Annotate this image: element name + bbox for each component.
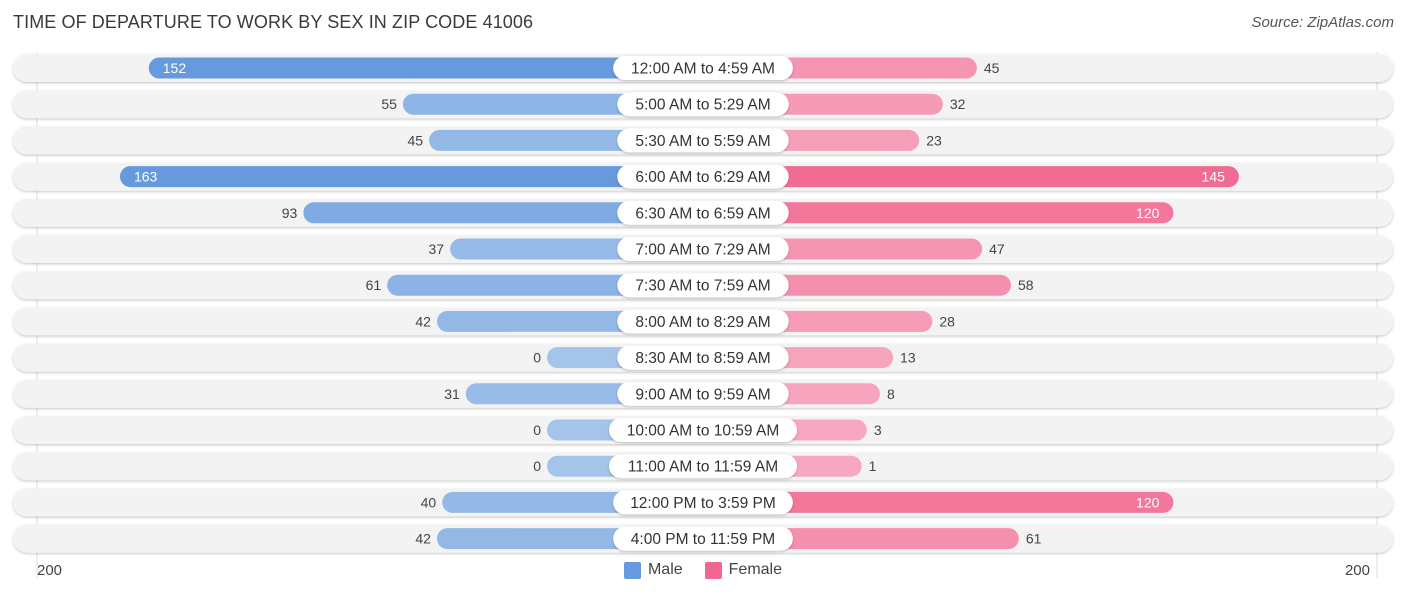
value-label-male: 42 — [415, 531, 431, 547]
value-label-male: 37 — [428, 241, 444, 257]
value-label-female: 45 — [984, 60, 1000, 76]
chart-row: 163 145 6:00 AM to 6:29 AM — [13, 162, 1393, 191]
bar-male — [119, 166, 703, 188]
category-label: 12:00 PM to 3:59 PM — [630, 495, 776, 512]
category-label: 5:00 AM to 5:29 AM — [635, 97, 770, 114]
chart-row: 42 28 8:00 AM to 8:29 AM — [13, 307, 1393, 336]
category-label: 7:30 AM to 7:59 AM — [635, 278, 770, 295]
value-label-male: 152 — [163, 60, 187, 76]
chart-row: 0 1 11:00 AM to 11:59 AM — [13, 452, 1393, 481]
legend-swatch-female — [704, 561, 722, 579]
value-label-female: 13 — [900, 350, 916, 366]
value-label-female: 32 — [950, 96, 966, 112]
chart-row: 93 120 6:30 AM to 6:59 AM — [13, 198, 1393, 227]
chart-row: 37 47 7:00 AM to 7:29 AM — [13, 235, 1393, 263]
chart-row: 40 120 12:00 PM to 3:59 PM — [13, 488, 1393, 517]
category-label: 8:30 AM to 8:59 AM — [635, 350, 770, 367]
category-label: 8:00 AM to 8:29 AM — [635, 314, 770, 331]
category-label: 7:00 AM to 7:29 AM — [635, 242, 770, 259]
chart-row: 31 8 9:00 AM to 9:59 AM — [13, 379, 1393, 408]
chart-row: 61 58 7:30 AM to 7:59 AM — [13, 271, 1393, 300]
value-label-male: 55 — [381, 96, 397, 112]
value-label-female: 61 — [1026, 531, 1042, 547]
value-label-female: 3 — [874, 422, 882, 438]
value-label-female: 1 — [869, 458, 877, 474]
value-label-female: 58 — [1018, 277, 1034, 293]
chart-row: 0 13 8:30 AM to 8:59 AM — [13, 343, 1393, 372]
chart-row: 0 3 10:00 AM to 10:59 AM — [13, 416, 1393, 444]
value-label-male: 31 — [444, 386, 460, 402]
chart-row: 42 61 4:00 PM to 11:59 PM — [13, 524, 1393, 553]
chart-row: 45 23 5:30 AM to 5:59 AM — [13, 126, 1393, 155]
value-label-male: 40 — [421, 494, 437, 510]
value-label-male: 61 — [366, 277, 382, 293]
value-label-female: 145 — [1202, 169, 1226, 185]
category-label: 4:00 PM to 11:59 PM — [631, 531, 775, 548]
legend-label-male: Male — [647, 561, 683, 578]
value-label-female: 47 — [989, 241, 1005, 257]
value-label-male: 0 — [533, 422, 541, 438]
value-label-female: 23 — [926, 132, 942, 148]
legend-label-female: Female — [728, 561, 783, 578]
value-label-male: 0 — [533, 350, 541, 366]
category-label: 6:30 AM to 6:59 AM — [635, 205, 770, 222]
category-label: 5:30 AM to 5:59 AM — [635, 133, 770, 150]
category-label: 10:00 AM to 10:59 AM — [627, 423, 780, 440]
legend: Male Female — [0, 561, 1406, 579]
category-label: 12:00 AM to 4:59 AM — [631, 61, 775, 78]
legend-item-female[interactable]: Female — [704, 561, 783, 579]
category-label: 6:00 AM to 6:29 AM — [635, 169, 770, 186]
value-label-female: 28 — [939, 313, 955, 329]
chart-row: 55 32 5:00 AM to 5:29 AM — [13, 90, 1393, 119]
value-label-female: 120 — [1136, 494, 1160, 510]
category-label: 9:00 AM to 9:59 AM — [635, 386, 770, 403]
value-label-male: 0 — [533, 458, 541, 474]
value-label-male: 45 — [408, 132, 424, 148]
value-label-male: 42 — [415, 313, 431, 329]
category-label: 11:00 AM to 11:59 AM — [628, 459, 778, 476]
legend-item-male[interactable]: Male — [623, 561, 683, 579]
chart-row: 152 45 12:00 AM to 4:59 AM — [13, 54, 1393, 82]
value-label-female: 8 — [887, 386, 895, 402]
value-label-male: 93 — [282, 205, 298, 221]
value-label-male: 163 — [134, 169, 158, 185]
value-label-female: 120 — [1136, 205, 1160, 221]
chart-canvas: 152 45 12:00 AM to 4:59 AM 55 32 5:00 AM to 5… — [13, 52, 1393, 578]
legend-swatch-male — [623, 561, 641, 579]
